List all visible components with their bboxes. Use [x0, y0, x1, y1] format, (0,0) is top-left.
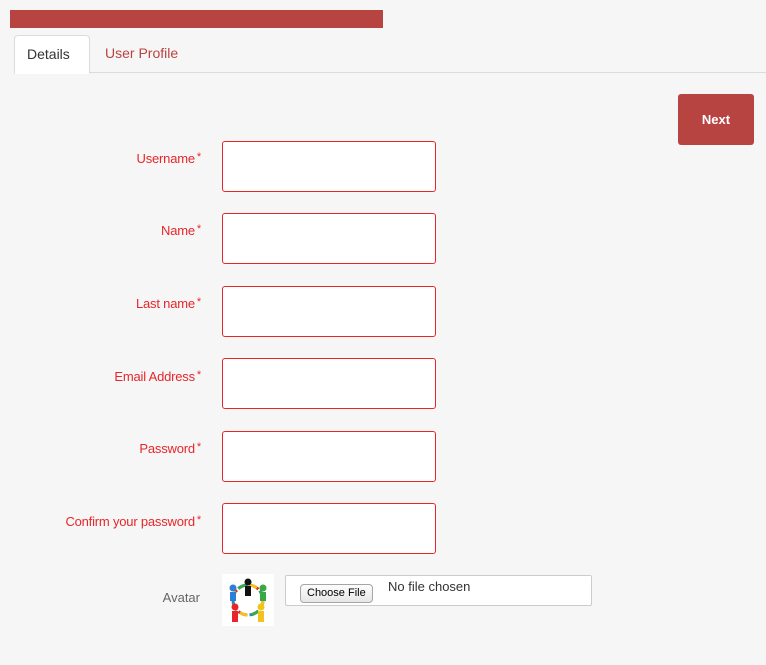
last-name-input[interactable] — [222, 286, 436, 337]
last-name-label-text: Last name — [136, 296, 195, 311]
username-label: Username * — [0, 151, 202, 166]
password-input[interactable] — [222, 431, 436, 482]
confirm-password-input[interactable] — [222, 503, 436, 554]
username-input[interactable] — [222, 141, 436, 192]
tab-details[interactable]: Details — [14, 35, 90, 74]
username-label-text: Username — [136, 151, 196, 166]
file-status-text: No file chosen — [388, 579, 471, 594]
required-marker: * — [196, 441, 201, 453]
confirm-password-label: Confirm your password * — [0, 514, 201, 529]
tab-user-profile[interactable]: User Profile — [93, 35, 190, 73]
name-label: Name * — [0, 223, 201, 238]
next-button[interactable]: Next — [678, 94, 754, 145]
name-label-text: Name — [161, 223, 195, 238]
confirm-password-label-text: Confirm your password — [65, 514, 195, 529]
tab-bar: Details User Profile — [14, 35, 766, 74]
password-label-text: Password — [139, 441, 195, 456]
email-input[interactable] — [222, 358, 436, 409]
avatar-image — [222, 574, 274, 626]
header-bar — [10, 10, 383, 28]
email-label-text: Email Address — [114, 369, 195, 384]
required-marker: * — [196, 151, 201, 163]
choose-file-button[interactable]: Choose File — [300, 584, 373, 603]
people-circle-icon — [229, 578, 267, 622]
required-marker: * — [196, 296, 201, 308]
required-marker: * — [196, 369, 201, 381]
required-marker: * — [196, 514, 201, 526]
file-input: Choose File No file chosen — [285, 575, 592, 606]
required-marker: * — [196, 223, 201, 235]
password-label: Password * — [0, 441, 201, 456]
last-name-label: Last name * — [0, 296, 201, 311]
name-input[interactable] — [222, 213, 436, 264]
avatar-label: Avatar — [162, 590, 200, 605]
email-label: Email Address * — [0, 369, 201, 384]
